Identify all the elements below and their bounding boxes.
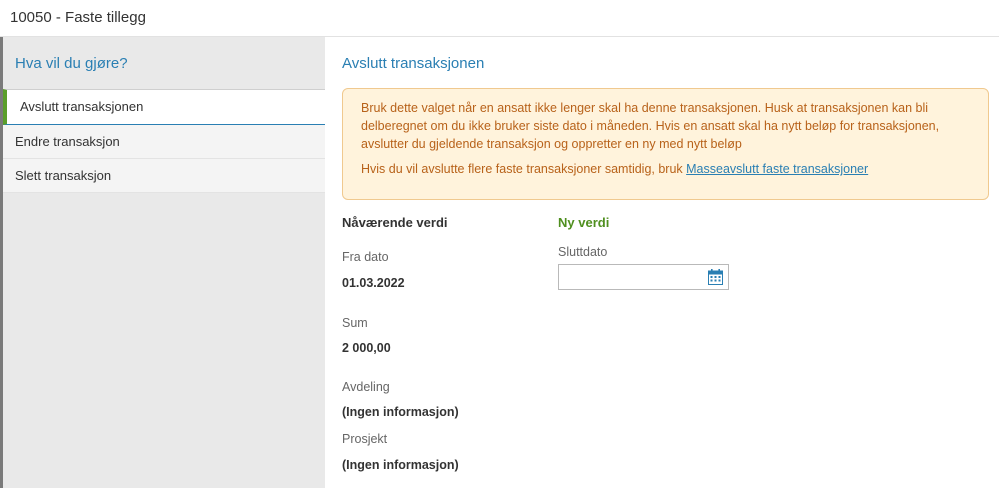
notice-second-line: Hvis du vil avslutte flere faste transak… [361,160,970,178]
sidebar: Hva vil du gjøre? Avslutt transaksjonen … [0,37,325,488]
sidebar-heading: Hva vil du gjøre? [15,55,128,72]
main-panel: Avslutt transaksjonen Bruk dette valget … [325,37,999,488]
current-values: Nåværende verdi Fra dato 01.03.2022 Sum … [342,215,459,472]
current-heading: Nåværende verdi [342,215,448,230]
sum-label: Sum [342,316,368,330]
window-title: 10050 - Faste tillegg [10,9,146,26]
project-value: (Ingen informasjon) [342,458,459,472]
sum-value: 2 000,00 [342,341,391,355]
new-values: Ny verdi Sluttdato [558,215,729,290]
title-bar: 10050 - Faste tillegg [0,0,999,37]
menu-item-avslutt[interactable]: Avslutt transaksjonen [3,89,325,125]
calendar-icon[interactable] [708,269,723,285]
notice-second-text: Hvis du vil avslutte flere faste transak… [361,162,687,176]
info-notice: Bruk dette valget når en ansatt ikke len… [342,88,989,200]
from-date-label: Fra dato [342,250,389,264]
from-date-value: 01.03.2022 [342,276,405,290]
masseavslutt-link[interactable]: Masseavslutt faste transaksjoner [686,162,868,176]
department-label: Avdeling [342,380,390,394]
end-date-input[interactable] [559,265,699,289]
section-title: Avslutt transaksjonen [342,55,485,72]
menu-item-endre[interactable]: Endre transaksjon [3,125,325,159]
end-date-field[interactable] [558,264,729,290]
notice-text: Bruk dette valget når en ansatt ikke len… [361,101,940,151]
new-heading: Ny verdi [558,215,610,230]
end-date-label: Sluttdato [558,245,608,259]
action-menu: Avslutt transaksjonen Endre transaksjon … [3,89,325,193]
menu-item-slett[interactable]: Slett transaksjon [3,159,325,193]
project-label: Prosjekt [342,432,388,446]
department-value: (Ingen informasjon) [342,405,459,419]
